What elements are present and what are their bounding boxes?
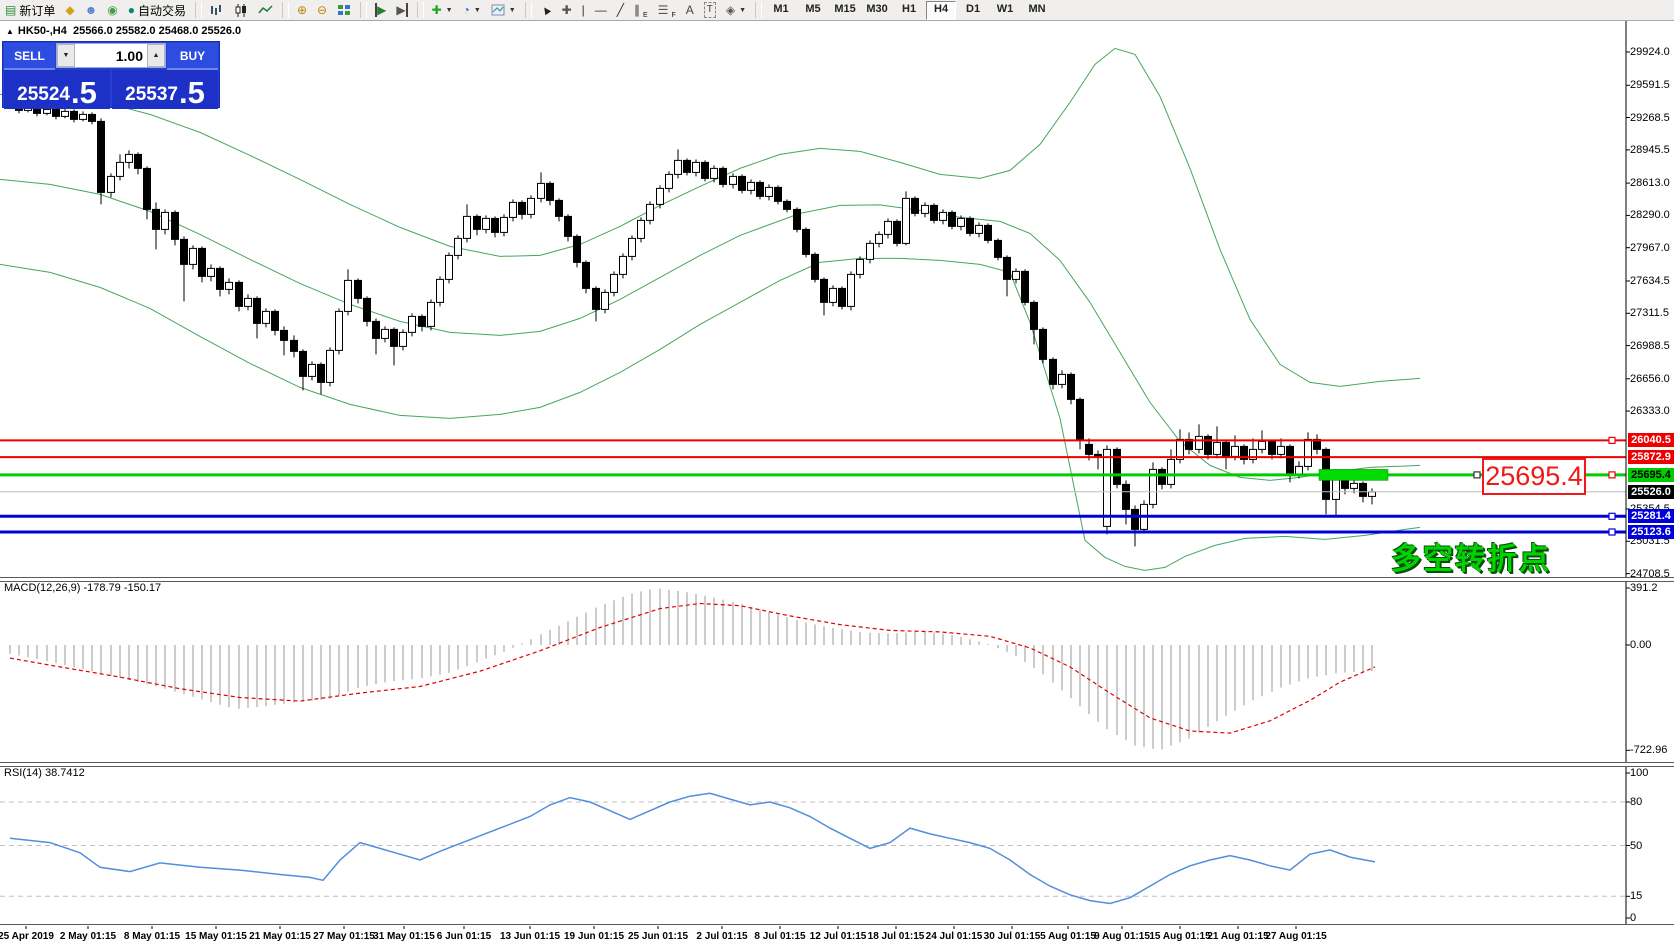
buy-price[interactable]: 25537.5: [112, 70, 218, 109]
macd-pane: [10, 589, 1375, 750]
price-axis-label[interactable]: 27311.5: [1630, 307, 1674, 320]
volume-increase-button[interactable]: ▲: [147, 44, 165, 67]
price-axis-label[interactable]: 27634.5: [1630, 275, 1674, 288]
symbol-period-label: HK50-,H4: [18, 25, 67, 37]
time-axis-label[interactable]: 27 Aug 01:15: [1265, 931, 1326, 942]
time-axis-label[interactable]: 15 Aug 01:15: [1149, 931, 1210, 942]
sell-price-main: 25524: [17, 84, 70, 106]
mt4-window: ▤新订单◆☻◉●自动交易⊕⊖▶▶✚▼◔▼▼▲✚|—╱∥E☰FAT◈▼M1M5M1…: [0, 0, 1674, 949]
price-axis-label[interactable]: 29924.0: [1630, 46, 1674, 59]
macd-axis-label[interactable]: 0.00: [1630, 639, 1674, 652]
time-axis-label[interactable]: 25 Jun 01:15: [628, 931, 688, 942]
line-handle[interactable]: [1609, 529, 1615, 535]
time-axis-label[interactable]: 9 Aug 01:15: [1094, 931, 1150, 942]
price-axis-label[interactable]: 26333.0: [1630, 405, 1674, 418]
turning-point-note[interactable]: 多空转折点: [1391, 534, 1551, 578]
rsi-axis-label[interactable]: 50: [1630, 840, 1674, 853]
time-axis-label[interactable]: 19 Jun 01:15: [564, 931, 624, 942]
time-axis-label[interactable]: 24 Jul 01:15: [926, 931, 983, 942]
price-line-label[interactable]: 25695.4: [1628, 468, 1674, 482]
candles-series: [7, 100, 1376, 546]
rsi-axis-label[interactable]: 15: [1630, 890, 1674, 903]
time-axis-label[interactable]: 2 Jul 01:15: [696, 931, 747, 942]
price-axis-label[interactable]: 26988.5: [1630, 340, 1674, 353]
time-axis-label[interactable]: 8 Jul 01:15: [754, 931, 805, 942]
price-axis-label[interactable]: 24708.5: [1630, 568, 1674, 581]
volume-decrease-button[interactable]: ▼: [57, 44, 75, 67]
rsi-pane: [0, 793, 1626, 903]
time-axis-label[interactable]: 31 May 01:15: [373, 931, 435, 942]
macd-rsi-separator[interactable]: [0, 762, 1674, 767]
macd-header: MACD(12,26,9) -178.79 -150.17: [4, 582, 161, 594]
price-line-label[interactable]: 25872.9: [1628, 450, 1674, 464]
buy-price-frac: .5: [179, 80, 205, 106]
time-axis-label[interactable]: 25 Apr 2019: [0, 931, 54, 942]
time-axis-label[interactable]: 13 Jun 01:15: [500, 931, 560, 942]
time-axis-label[interactable]: 12 Jul 01:15: [810, 931, 867, 942]
bollinger-lower-band: [0, 258, 1420, 570]
chart-canvas: [0, 0, 1674, 949]
rsi-axis-label[interactable]: 0: [1630, 912, 1674, 925]
time-axis-label[interactable]: 21 May 01:15: [249, 931, 311, 942]
time-axis-label[interactable]: 5 Aug 01:15: [1040, 931, 1096, 942]
ohlc-values: 25566.0 25582.0 25468.0 25526.0: [73, 25, 241, 37]
sell-price-frac: .5: [71, 80, 97, 106]
line-handle[interactable]: [1609, 513, 1615, 519]
price-axis-label[interactable]: 26656.0: [1630, 373, 1674, 386]
macd-signal-line: [10, 604, 1375, 734]
rsi-line: [10, 793, 1375, 903]
price-line-label[interactable]: 25123.6: [1628, 525, 1674, 539]
sell-button[interactable]: SELL: [4, 43, 55, 70]
buy-button[interactable]: BUY: [167, 43, 218, 70]
macd-axis-label[interactable]: 391.2: [1630, 582, 1674, 595]
rsi-timeaxis-separator: [0, 924, 1674, 926]
chart-title: ▲ HK50-,H4 25566.0 25582.0 25468.0 25526.…: [6, 25, 241, 37]
macd-axis-label[interactable]: -722.96: [1630, 744, 1674, 757]
price-line-label[interactable]: 25281.4: [1628, 509, 1674, 523]
time-axis-label[interactable]: 8 May 01:15: [124, 931, 180, 942]
time-axis-label[interactable]: 18 Jul 01:15: [868, 931, 925, 942]
one-click-trade-panel: SELL ▼ ▲ BUY 25524.5 25537.5: [3, 42, 219, 107]
price-axis-label[interactable]: 29268.5: [1630, 112, 1674, 125]
rsi-axis-label[interactable]: 80: [1630, 796, 1674, 809]
rsi-header: RSI(14) 38.7412: [4, 767, 85, 779]
time-axis-label[interactable]: 2 May 01:15: [60, 931, 116, 942]
volume-input[interactable]: [75, 44, 147, 67]
price-line-label[interactable]: 26040.5: [1628, 433, 1674, 447]
buy-price-main: 25537: [125, 84, 178, 106]
price-axis-label[interactable]: 29591.5: [1630, 79, 1674, 92]
bollinger-middle-band: [0, 179, 1420, 480]
line-handle[interactable]: [1474, 472, 1480, 478]
time-axis-label[interactable]: 27 May 01:15: [313, 931, 375, 942]
highlight-rectangle[interactable]: [1319, 469, 1388, 480]
price-line-label[interactable]: 25526.0: [1628, 485, 1674, 499]
line-handle[interactable]: [1609, 472, 1615, 478]
time-axis-label[interactable]: 30 Jul 01:15: [984, 931, 1041, 942]
rsi-axis-label[interactable]: 100: [1630, 767, 1674, 780]
time-axis-label[interactable]: 15 May 01:15: [185, 931, 247, 942]
sell-price[interactable]: 25524.5: [4, 70, 110, 109]
price-axis-label[interactable]: 27967.0: [1630, 242, 1674, 255]
time-axis-label[interactable]: 6 Jun 01:15: [437, 931, 491, 942]
price-axis-label[interactable]: 28290.0: [1630, 209, 1674, 222]
time-axis-label[interactable]: 21 Aug 01:15: [1207, 931, 1268, 942]
collapse-icon[interactable]: ▲: [6, 27, 14, 36]
line-handle[interactable]: [1609, 437, 1615, 443]
price-axis-label[interactable]: 28613.0: [1630, 177, 1674, 190]
main-chart-pane: [0, 48, 1626, 570]
price-axis-label[interactable]: 28945.5: [1630, 144, 1674, 157]
price-callout-label[interactable]: 25695.4: [1482, 458, 1586, 495]
